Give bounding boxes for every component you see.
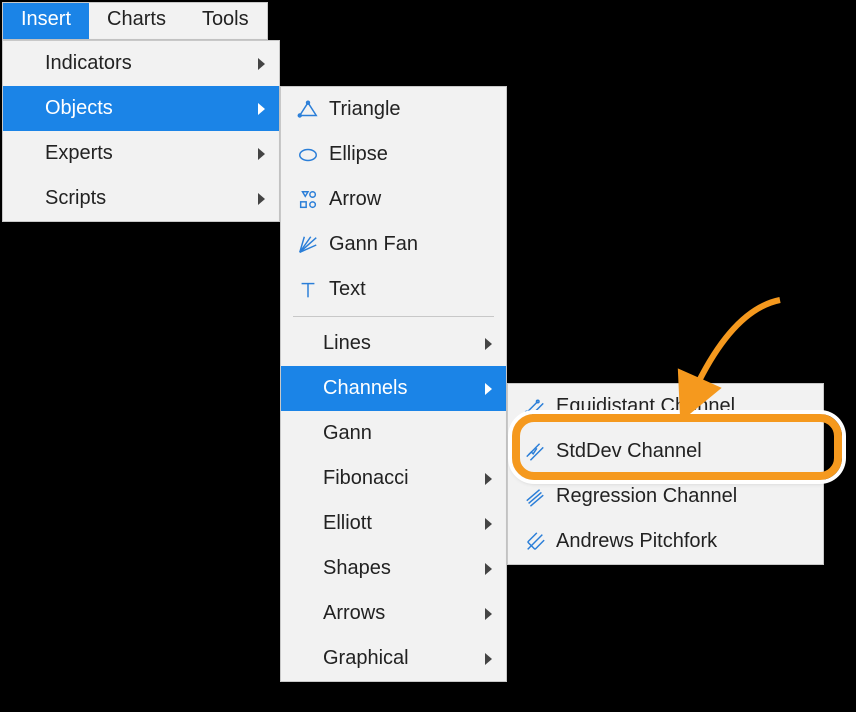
channels-menu-regression[interactable]: Regression Channel	[508, 474, 823, 519]
arrow-icon	[295, 189, 321, 211]
chevron-right-icon	[258, 58, 265, 70]
text-icon	[295, 279, 321, 301]
insert-menu-indicators[interactable]: Indicators	[3, 41, 279, 86]
menu-label: StdDev Channel	[548, 440, 813, 463]
chevron-right-icon	[485, 338, 492, 350]
insert-menu-scripts[interactable]: Scripts	[3, 176, 279, 221]
stddev-channel-icon	[522, 441, 548, 463]
ellipse-icon	[295, 144, 321, 166]
objects-menu-gann[interactable]: Gann	[281, 411, 506, 456]
regression-channel-icon	[522, 486, 548, 508]
menu-label: Triangle	[321, 98, 496, 121]
equi-channel-icon	[522, 396, 548, 418]
channels-menu-pitchfork[interactable]: Andrews Pitchfork	[508, 519, 823, 564]
chevron-right-icon	[485, 608, 492, 620]
menu-label: Graphical	[295, 647, 485, 670]
objects-menu-text[interactable]: Text	[281, 267, 506, 312]
menu-label: Shapes	[295, 557, 485, 580]
insert-menu-objects[interactable]: Objects	[3, 86, 279, 131]
objects-menu-lines[interactable]: Lines	[281, 321, 506, 366]
objects-menu-ellipse[interactable]: Ellipse	[281, 132, 506, 177]
menu-label: Scripts	[17, 187, 258, 210]
pitchfork-icon	[522, 531, 548, 553]
gannfan-icon	[295, 234, 321, 256]
chevron-right-icon	[258, 103, 265, 115]
objects-menu-elliott[interactable]: Elliott	[281, 501, 506, 546]
menu-separator	[293, 316, 494, 317]
objects-menu-gannfan[interactable]: Gann Fan	[281, 222, 506, 267]
menu-label: Gann	[295, 422, 496, 445]
objects-menu-triangle[interactable]: Triangle	[281, 87, 506, 132]
menu-label: Text	[321, 278, 496, 301]
menu-label: Fibonacci	[295, 467, 485, 490]
menu-label: Ellipse	[321, 143, 496, 166]
insert-menu-experts[interactable]: Experts	[3, 131, 279, 176]
menu-label: Experts	[17, 142, 258, 165]
triangle-icon	[295, 99, 321, 121]
menubar-item-insert[interactable]: Insert	[3, 3, 89, 39]
menu-label: Regression Channel	[548, 485, 813, 508]
menu-label: Channels	[295, 377, 485, 400]
menu-label: Elliott	[295, 512, 485, 535]
objects-menu-arrow[interactable]: Arrow	[281, 177, 506, 222]
menu-label: Arrows	[295, 602, 485, 625]
chevron-right-icon	[485, 383, 492, 395]
objects-menu-arrows[interactable]: Arrows	[281, 591, 506, 636]
menubar: Insert Charts Tools	[2, 2, 268, 40]
chevron-right-icon	[258, 148, 265, 160]
menu-label: Gann Fan	[321, 233, 496, 256]
chevron-right-icon	[485, 518, 492, 530]
chevron-right-icon	[258, 193, 265, 205]
menu-label: Andrews Pitchfork	[548, 530, 813, 553]
channels-menu-equidistant[interactable]: Equidistant Channel	[508, 384, 823, 429]
insert-menu: Indicators Objects Experts Scripts	[2, 40, 280, 222]
objects-menu-fibonacci[interactable]: Fibonacci	[281, 456, 506, 501]
objects-menu: Triangle Ellipse Arrow Gann Fan	[280, 86, 507, 682]
channels-menu: Equidistant Channel StdDev Channel Regre…	[507, 383, 824, 565]
objects-menu-channels[interactable]: Channels	[281, 366, 506, 411]
chevron-right-icon	[485, 653, 492, 665]
menubar-item-tools[interactable]: Tools	[184, 3, 267, 39]
menubar-item-charts[interactable]: Charts	[89, 3, 184, 39]
menu-label: Lines	[295, 332, 485, 355]
objects-menu-graphical[interactable]: Graphical	[281, 636, 506, 681]
menu-label: Arrow	[321, 188, 496, 211]
menu-label: Equidistant Channel	[548, 395, 813, 418]
channels-menu-stddev[interactable]: StdDev Channel	[508, 429, 823, 474]
chevron-right-icon	[485, 563, 492, 575]
objects-menu-shapes[interactable]: Shapes	[281, 546, 506, 591]
menu-label: Indicators	[17, 52, 258, 75]
chevron-right-icon	[485, 473, 492, 485]
menu-label: Objects	[17, 97, 258, 120]
